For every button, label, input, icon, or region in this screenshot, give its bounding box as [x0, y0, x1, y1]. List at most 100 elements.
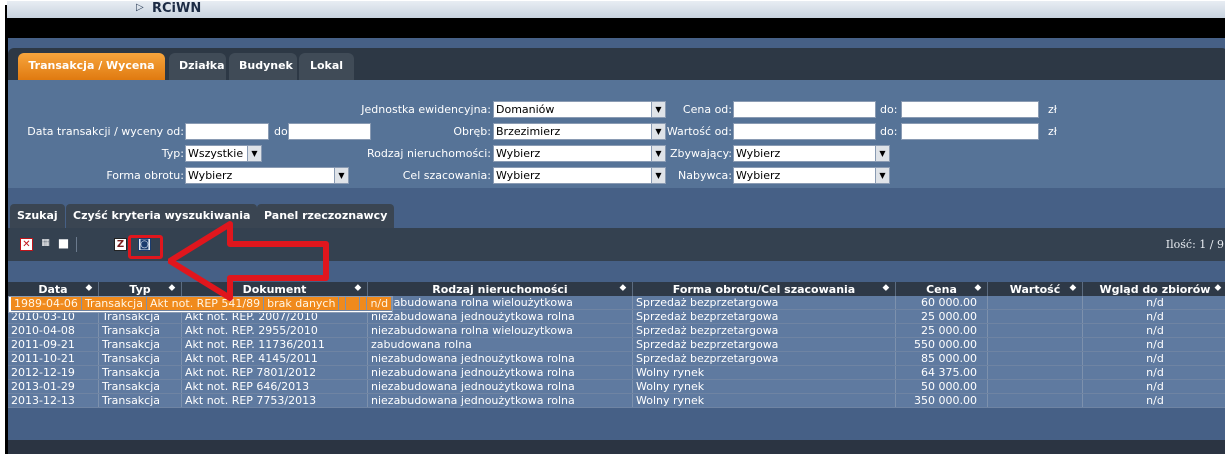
table-cell: Wolny rynek [632, 365, 896, 380]
rodzaj-select-value: Wybierz [496, 147, 541, 160]
table-row[interactable]: 2012-12-19 Transakcja Akt not. REP 7801/20… [8, 365, 1225, 380]
sort-icon[interactable]: ⬥ [620, 283, 626, 293]
col-header-wglad[interactable]: Wgląd do zbiorów ⬥ [1082, 282, 1225, 296]
tab-transakcja[interactable]: Transakcja / Wycena [18, 53, 165, 80]
cena-od-label: Cena od: [682, 103, 732, 116]
table-cell: niezabudowana jednoużytkowa rolna [367, 309, 633, 324]
table-cell: n/d [1082, 309, 1225, 324]
wartosc-od-input[interactable] [733, 123, 876, 140]
sort-icon[interactable]: ⬥ [86, 283, 92, 293]
tab-budynek[interactable]: Budynek [229, 53, 297, 80]
table-cell: 2010-04-08 [8, 323, 99, 338]
grid-small-icon[interactable]: ▦ [39, 238, 52, 251]
tab-lokal[interactable]: Lokal [299, 53, 354, 80]
table-cell [987, 393, 1083, 408]
table-cell: Akt not. REP 646/2013 [181, 379, 368, 394]
table-cell: niezabudowana jednoużytkowa rolna [367, 379, 633, 394]
obreb-select[interactable]: Brzezimierz ▼ [493, 123, 666, 140]
typ-select[interactable]: Wszystkie ▼ [185, 145, 262, 162]
chevron-down-icon: ▼ [651, 102, 665, 117]
data-do-input[interactable] [288, 123, 371, 140]
table-cell: Akt not. REP 7753/2013 [181, 393, 368, 408]
chevron-down-icon: ▼ [247, 146, 261, 161]
table-cell: Wolny rynek [632, 393, 896, 408]
table-row[interactable]: 2013-12-13 Transakcja Akt not. REP 7753/20… [8, 393, 1225, 408]
cel-select-value: Wybierz [496, 169, 541, 182]
grid-large-icon[interactable]: ■ [57, 237, 70, 251]
table-cell: Sprzedaż bezprzetargowa [632, 309, 896, 324]
record-count: Ilość: 1 / 9 [1165, 238, 1224, 251]
annotation-highlight-box [128, 235, 163, 259]
table-cell: Transakcja [98, 351, 182, 366]
table-cell: Transakcja [81, 297, 147, 311]
table-cell [345, 297, 361, 311]
table-cell: 2011-09-21 [8, 337, 99, 352]
jednostka-select[interactable]: Domaniów ▼ [493, 101, 666, 118]
jednostka-select-value: Domaniów [496, 103, 555, 116]
rodzaj-select[interactable]: Wybierz ▼ [493, 145, 666, 162]
sort-icon[interactable]: ⬥ [1215, 283, 1221, 293]
annotation-arrow-icon [168, 221, 329, 301]
tab-dzialka[interactable]: Działka [169, 53, 226, 80]
zbywajacy-label: Zbywający: [669, 147, 732, 160]
rodzaj-label: Rodzaj nieruchomości: [367, 147, 491, 160]
table-cell: 64 375.00 [895, 365, 988, 380]
table-cell: 350 000.00 [895, 393, 988, 408]
col-header-rodzaj[interactable]: Rodzaj nieruchomości ⬥ [367, 282, 633, 296]
sort-icon[interactable]: ⬥ [975, 283, 981, 293]
col-header-forma[interactable]: Forma obrotu/Cel szacowania ⬥ [632, 282, 896, 296]
table-row[interactable]: 2010-04-08 Transakcja Akt not. REP. 2955/2… [8, 323, 1225, 338]
table-cell: 2011-10-21 [8, 351, 99, 366]
col-header-data[interactable]: Data ⬥ [8, 282, 99, 296]
table-cell [987, 323, 1083, 338]
table-cell: 50 000.00 [895, 379, 988, 394]
zbywajacy-select[interactable]: Wybierz ▼ [733, 145, 890, 162]
table-cell: Transakcja [98, 337, 182, 352]
table-cell: Akt not. REP. 11736/2011 [181, 337, 368, 352]
table-cell: Sprzedaż bezprzetargowa [632, 351, 896, 366]
tab-bar: Transakcja / Wycena Działka Budynek Loka… [8, 48, 1225, 80]
title-bar: ▷ RCiWN [7, 1, 1225, 18]
forma-obrotu-select-value: Wybierz [188, 169, 233, 182]
cena-od-input[interactable] [733, 101, 876, 118]
cena-do-input[interactable] [901, 101, 1039, 118]
cel-select[interactable]: Wybierz ▼ [493, 167, 666, 184]
toolbar-divider [76, 237, 77, 252]
search-form: Data transakcji / wyceny od: do: Typ: Ws… [8, 80, 1225, 188]
sort-icon[interactable]: ⬥ [883, 283, 889, 293]
chevron-down-icon: ▼ [651, 146, 665, 161]
wartosc-do-input[interactable] [901, 123, 1039, 140]
table-cell: 25 000.00 [895, 323, 988, 338]
wartosc-od-label: Wartość od: [666, 125, 732, 138]
table-cell: Sprzedaż bezprzetargowa [632, 323, 896, 338]
table-cell: n/d [1082, 337, 1225, 352]
sort-icon[interactable]: ⬥ [1070, 283, 1076, 293]
cena-unit: zł [1048, 103, 1057, 116]
clear-icon[interactable]: ✕ [20, 238, 33, 251]
search-button[interactable]: Szukaj [10, 204, 65, 228]
table-cell: Transakcja [98, 323, 182, 338]
chevron-down-icon: ▼ [651, 124, 665, 139]
collapse-icon[interactable]: ▷ [136, 2, 144, 13]
table-cell: niezabudowana rolna wielouzytkowa [367, 323, 633, 338]
table-footer [8, 440, 1225, 454]
table-cell: Transakcja [98, 393, 182, 408]
table-row[interactable]: 2011-09-21 Transakcja Akt not. REP. 11736/… [8, 337, 1225, 352]
forma-obrotu-select[interactable]: Wybierz ▼ [185, 167, 349, 184]
table-row[interactable]: 2011-10-21 Transakcja Akt not. REP. 4145/2… [8, 351, 1225, 366]
col-header-wartosc[interactable]: Wartość ⬥ [987, 282, 1083, 296]
table-cell: n/d [1082, 351, 1225, 366]
sort-icon[interactable]: ⬥ [355, 283, 361, 293]
table-cell: niezabudowana jednoużytkowa rolna [367, 393, 633, 408]
cena-do-label: do: [880, 103, 898, 116]
table-cell: 25 000.00 [895, 309, 988, 324]
col-header-cena[interactable]: Cena ⬥ [895, 282, 988, 296]
export-icon[interactable]: Z [114, 238, 127, 251]
data-od-input[interactable] [185, 123, 269, 140]
jednostka-label: Jednostka ewidencyjna: [361, 103, 491, 116]
table-row[interactable]: 2013-01-29 Transakcja Akt not. REP 646/201… [8, 379, 1225, 394]
nabywca-select[interactable]: Wybierz ▼ [733, 167, 890, 184]
table-cell: zabudowana rolna [367, 337, 633, 352]
table-cell: 2012-12-19 [8, 365, 99, 380]
obreb-label: Obręb: [453, 125, 491, 138]
